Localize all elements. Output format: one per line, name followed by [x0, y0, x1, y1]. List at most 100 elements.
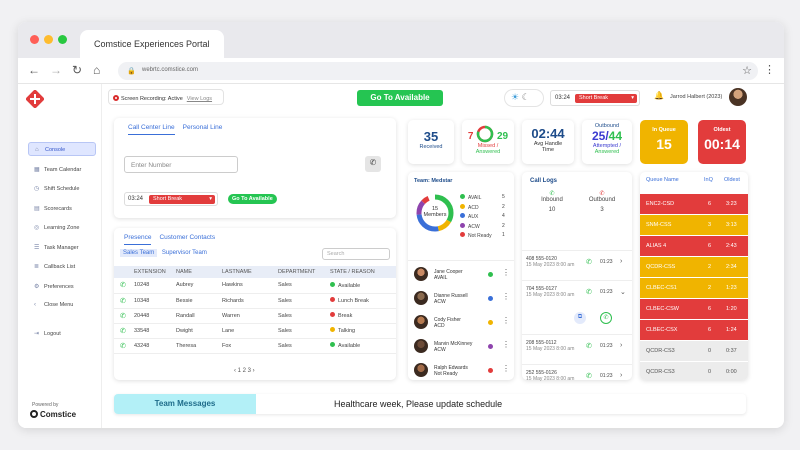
cell-dept: Sales — [276, 293, 328, 309]
close-window-icon[interactable] — [30, 35, 39, 44]
call-icon[interactable]: ✆ — [116, 298, 126, 305]
dial-phone-button[interactable]: ✆ — [365, 156, 381, 172]
inq-header: InQ — [704, 177, 713, 183]
bookmark-star-icon[interactable]: ☆ — [742, 64, 752, 77]
sidebar-item-team-calendar[interactable]: ▦ Team Calendar — [28, 162, 96, 176]
sidebar-item-scorecards[interactable]: ▤ Scorecards — [28, 201, 96, 215]
moon-icon[interactable]: ☾ — [522, 92, 530, 102]
copy-icon[interactable]: ⧉ — [574, 312, 586, 324]
column-header: STATE / REASON — [328, 266, 396, 278]
view-logs-link[interactable]: View Logs — [187, 96, 212, 102]
back-icon[interactable]: ← — [28, 63, 40, 77]
call-icon[interactable]: ✆ — [116, 328, 126, 335]
call-log-entry[interactable]: 252 555-0126 15 May 2023 8:00 am ✆ 01:23 › — [526, 370, 626, 382]
agent-status-select[interactable]: 03:24 Short Break ▾ — [550, 90, 640, 106]
tab-presence[interactable]: Presence — [124, 234, 152, 245]
queue-row[interactable]: CLBEC-CSW 6 1:20 — [640, 299, 748, 319]
column-header: DEPARTMENT — [276, 266, 328, 278]
minimize-window-icon[interactable] — [44, 35, 53, 44]
call-icon[interactable]: ✆ — [116, 313, 126, 320]
queue-row[interactable]: CLBEC-CSX 6 1:24 — [640, 320, 748, 340]
tab-personal-line[interactable]: Personal Line — [183, 124, 223, 131]
maximize-window-icon[interactable] — [58, 35, 67, 44]
agent-row[interactable]: Ralph Edwards Not Ready ⋮ — [412, 360, 512, 382]
agent-row[interactable]: Cody Fisher ACD ⋮ — [412, 312, 512, 334]
legend-color-dot — [460, 213, 465, 218]
call-log-entry[interactable]: 408 555-0120 15 May 2023 8:00 am ✆ 01:23 › — [526, 256, 626, 268]
call-back-icon[interactable]: ✆ — [600, 312, 612, 324]
tab-supervisor-team[interactable]: Supervisor Team — [162, 250, 207, 256]
cell-last: Lane — [220, 323, 276, 339]
sidebar-item-callback-list[interactable]: ≣ Callback List — [28, 259, 96, 273]
user-avatar[interactable] — [729, 88, 747, 106]
bell-icon[interactable]: 🔔 — [654, 91, 664, 100]
more-options-icon[interactable]: ⋮ — [502, 340, 510, 349]
logout-button[interactable]: ⇥ Logout — [28, 326, 96, 340]
sidebar-item-console[interactable]: ⌂ Console — [28, 142, 96, 156]
queue-row[interactable]: QCDR-CS3 0 0:37 — [640, 341, 748, 361]
more-options-icon[interactable]: ⋮ — [502, 292, 510, 301]
sidebar-item-task-manager[interactable]: ☰ Task Manager — [28, 240, 96, 254]
outbound-call-icon: ✆ — [599, 191, 605, 197]
tab-customer-contacts[interactable]: Customer Contacts — [159, 234, 215, 241]
queue-row[interactable]: ALIAS 4 6 2:43 — [640, 236, 748, 256]
cell-dept: Sales — [276, 278, 328, 294]
cell-ext: 20448 — [132, 308, 174, 324]
scorecard-icon: ▤ — [34, 205, 40, 212]
dialer-go-available-button[interactable]: Go To Available — [228, 194, 277, 204]
table-row: ✆ 10248 Aubrey Hawkins Sales Available — [114, 278, 396, 294]
phone-number-input[interactable]: Enter Number — [124, 156, 238, 173]
sidebar-item-preferences[interactable]: ⚙ Preferences — [28, 279, 96, 293]
table-row: ✆ 20448 Randall Warren Sales Break — [114, 308, 396, 324]
browser-menu-icon[interactable]: ⋮ — [764, 63, 775, 76]
queue-inq: 6 — [708, 327, 712, 333]
call-icon[interactable]: ✆ — [116, 282, 126, 289]
sun-icon[interactable]: ☀ — [511, 92, 519, 102]
chevron-right-icon[interactable]: › — [620, 372, 622, 379]
forward-icon[interactable]: → — [50, 63, 62, 77]
reload-icon[interactable]: ↻ — [72, 63, 82, 77]
chevron-right-icon[interactable]: › — [620, 258, 622, 265]
home-icon[interactable]: ⌂ — [93, 63, 100, 77]
presence-search-input[interactable]: Search — [322, 248, 390, 260]
agent-row[interactable]: Marvin McKinney ACW ⋮ — [412, 336, 512, 358]
call-log-entry[interactable]: 704 555-0127 15 May 2023 8:00 am ✆ 01:23 ⌄ — [526, 286, 626, 298]
queue-row[interactable]: QCDR-CS3 0 0:00 — [640, 362, 748, 380]
agent-row[interactable]: Dianne Russell ACW ⋮ — [412, 288, 512, 310]
call-icon[interactable]: ✆ — [116, 343, 126, 350]
queue-row[interactable]: ENC2-CSD 6 3:23 — [640, 194, 748, 214]
sidebar-item-close-menu[interactable]: ‹ Close Menu — [28, 298, 96, 312]
status-dot — [330, 297, 335, 302]
dialer-card: Call Center Line Personal Line Enter Numb… — [114, 118, 396, 218]
agent-state: ACW — [434, 299, 446, 305]
clock-icon: ◷ — [34, 186, 40, 192]
more-options-icon[interactable]: ⋮ — [502, 364, 510, 373]
theme-toggle[interactable]: ☀ ☾ — [504, 89, 544, 107]
sidebar-item-learning-zone[interactable]: ◎ Learning Zone — [28, 220, 96, 234]
url-input[interactable]: 🔒 webrtc.comstice.com ☆ — [118, 62, 758, 80]
go-to-available-button[interactable]: Go To Available — [357, 90, 443, 106]
powered-by-label: Powered by — [32, 402, 59, 408]
top-toolbar: Screen Recording: Active View Logs Go To … — [102, 84, 784, 110]
call-direction-icon: ✆ — [586, 289, 592, 296]
cell-last: Warren — [220, 308, 276, 324]
call-log-entry[interactable]: 208 555-0112 15 May 2023 8:00 am ✆ 01:23 › — [526, 340, 626, 352]
chevron-down-icon[interactable]: ⌄ — [620, 288, 626, 296]
agent-avatar — [414, 315, 428, 329]
queue-row[interactable]: SNM-CSS 3 3:13 — [640, 215, 748, 235]
sidebar-item-shift-schedule[interactable]: ◷ Shift Schedule — [28, 181, 96, 195]
queue-row[interactable]: QCDR-CSS 2 2:34 — [640, 257, 748, 277]
more-options-icon[interactable]: ⋮ — [502, 316, 510, 325]
dialer-status-select[interactable]: 03:24 Short Break ▾ — [124, 192, 218, 206]
pagination[interactable]: ‹ 1 2 3 › — [234, 368, 255, 374]
agent-state: ACD — [434, 323, 445, 329]
tab-sales-team[interactable]: Sales Team — [120, 249, 158, 257]
tab-call-center-line[interactable]: Call Center Line — [128, 124, 175, 135]
cell-state: Talking — [328, 323, 396, 339]
browser-tab[interactable]: Comstice Experiences Portal — [80, 30, 224, 58]
more-options-icon[interactable]: ⋮ — [502, 268, 510, 277]
outbound-count: 3 — [600, 207, 604, 213]
chevron-right-icon[interactable]: › — [620, 342, 622, 349]
agent-row[interactable]: Jane Cooper AVAIL ⋮ — [412, 264, 512, 286]
queue-row[interactable]: CLBEC-CS1 2 1:23 — [640, 278, 748, 298]
